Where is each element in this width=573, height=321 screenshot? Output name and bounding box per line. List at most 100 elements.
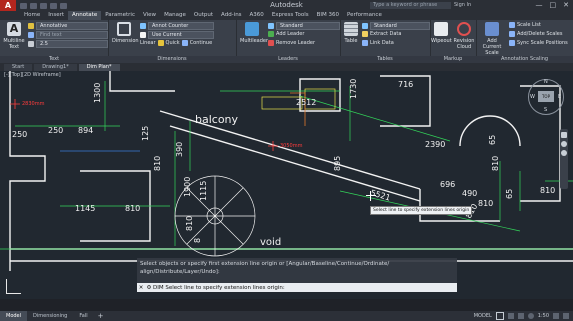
tables-panel-title[interactable]: Tables [340,56,430,63]
layout-tab-model[interactable]: Model [0,311,28,321]
multileader-icon [245,22,259,36]
table-style-dropdown[interactable]: Standard [370,22,430,30]
annotation-scaling-panel: Add Current Scale Scale List Add/Delete … [476,20,573,63]
wipeout-button[interactable]: Wipeout [431,22,452,44]
remove-leader-row[interactable]: Remove Leader [268,40,315,46]
tab-manage[interactable]: Manage [160,11,190,20]
model-space-button[interactable]: MODEL [474,313,492,319]
add-delete-scales-row[interactable]: Add/Delete Scales [509,31,562,37]
leader-style-row: Standard [268,22,340,30]
sync-scale-row[interactable]: Sync Scale Positions [509,40,568,46]
compass-north: N [544,79,548,85]
tab-add-ins[interactable]: Add-ins [217,11,246,20]
markup-panel-title[interactable]: Markup [430,56,476,63]
extract-data-row[interactable]: Extract Data [362,31,401,37]
text-panel: A Multiline Text Annotative Find text 2.… [0,20,109,63]
text-style-row: Annotative [28,22,108,30]
table-button[interactable]: Table [342,22,360,44]
add-layout-icon[interactable]: + [94,312,108,320]
minimize-button[interactable]: — [536,1,543,9]
text-style-dropdown[interactable]: Annotative [36,22,108,30]
command-close-icon[interactable]: ✕ [137,285,145,291]
continue-button[interactable]: Continue [190,40,212,46]
dimension-button[interactable]: Dimension [112,22,139,44]
revision-cloud-button[interactable]: Revision Cloud [453,22,475,50]
dim-label: 810 [125,204,140,213]
dimension-icon [117,22,131,36]
tab-output[interactable]: Output [190,11,217,20]
dimstyle-dropdown[interactable]: Annot Counter [148,22,214,30]
workspace-icon[interactable] [553,313,559,319]
orbit-icon[interactable] [561,150,567,156]
search-input[interactable]: Type a keyword or phrase [370,2,451,9]
redo-icon[interactable] [60,2,67,9]
scale-list-row[interactable]: Scale List [509,22,541,28]
text-height-dropdown[interactable]: 2.5 [36,40,108,48]
viewport-controls[interactable]: [-][Top][2D Wireframe] [4,72,61,78]
quick-button[interactable]: Quick [166,40,180,46]
ortho-icon[interactable] [517,313,524,319]
add-leader-row[interactable]: Add Leader [268,31,304,37]
tab-home[interactable]: Home [20,11,44,20]
save-icon[interactable] [40,2,47,9]
tables-panel: Table Standard Extract Data Link Data Ta… [340,20,431,63]
pan-icon[interactable] [561,132,567,138]
open-icon[interactable] [30,2,37,9]
sign-in-button[interactable]: Sign In [454,2,471,8]
quick-access-toolbar [20,2,67,9]
tab-bim360[interactable]: BIM 360 [313,11,343,20]
file-tab-drawing1[interactable]: Drawing1* [34,64,77,71]
text-style-icon [28,23,34,29]
dimensions-panel-title[interactable]: Dimensions [108,56,236,63]
multileader-button[interactable]: Multileader [240,22,268,44]
file-tab-dim-plan[interactable]: Dim Plan* [78,64,120,71]
linear-button[interactable]: Linear [140,40,156,46]
tab-parametric[interactable]: Parametric [101,11,139,20]
tab-express-tools[interactable]: Express Tools [268,11,313,20]
grid-icon[interactable] [495,312,504,320]
text-panel-title[interactable]: Text [0,56,108,63]
snap-icon[interactable] [507,313,514,319]
leaders-panel-title[interactable]: Leaders [236,56,340,63]
polar-icon[interactable] [527,313,534,319]
zoom-icon[interactable] [561,141,567,147]
tab-insert[interactable]: Insert [44,11,68,20]
leader-style-dropdown[interactable]: Standard [276,22,340,30]
ribbon: A Multiline Text Annotative Find text 2.… [0,20,573,64]
undo-icon[interactable] [50,2,57,9]
dimstyle-row: Annot Counter [140,22,214,30]
void-label: void [260,237,281,248]
dim-label: 810 [540,186,555,195]
tab-annotate[interactable]: Annotate [68,11,102,20]
maximize-button[interactable]: □ [550,1,557,9]
command-history: Select objects or specify first extensio… [140,261,390,275]
command-input[interactable]: ✕ ⚙ DIM Select line to specify extension… [137,283,457,292]
new-icon[interactable] [20,2,27,9]
viewcube[interactable]: TOP N S W E [528,79,564,115]
customize-icon[interactable] [563,313,569,319]
annotation-scale[interactable]: 1:50 [538,313,549,319]
command-settings-icon[interactable]: ⚙ [145,285,153,291]
add-current-scale-button[interactable]: Add Current Scale [478,22,506,56]
dim-label: 894 [78,126,93,135]
link-data-row[interactable]: Link Data [362,40,394,46]
tab-performance[interactable]: Performance [343,11,386,20]
tab-view[interactable]: View [139,11,160,20]
text-height-row: 2.5 [28,40,108,48]
dim-label: 1900 [183,177,192,197]
layout-tab-fall[interactable]: Fall [73,311,93,321]
tab-a360[interactable]: A360 [246,11,268,20]
dim-label: 1300 [93,83,102,103]
sync-scale-icon [509,40,515,46]
file-tab-start[interactable]: Start [4,64,33,71]
annotation-scaling-panel-title[interactable]: Annotation Scaling [476,56,573,63]
find-text-input[interactable]: Find text [36,31,108,39]
application-menu-button[interactable]: A [0,0,16,11]
layout-tab-dimensioning[interactable]: Dimensioning [27,311,73,321]
compass-south: S [544,107,548,113]
leaders-panel: Multileader Standard Add Leader Remove L… [236,20,341,63]
close-button[interactable]: ✕ [563,1,569,9]
dim-layer-dropdown[interactable]: Use Current [148,31,214,39]
multiline-text-button[interactable]: A Multiline Text [3,22,25,50]
viewcube-top-face[interactable]: TOP [538,91,554,102]
